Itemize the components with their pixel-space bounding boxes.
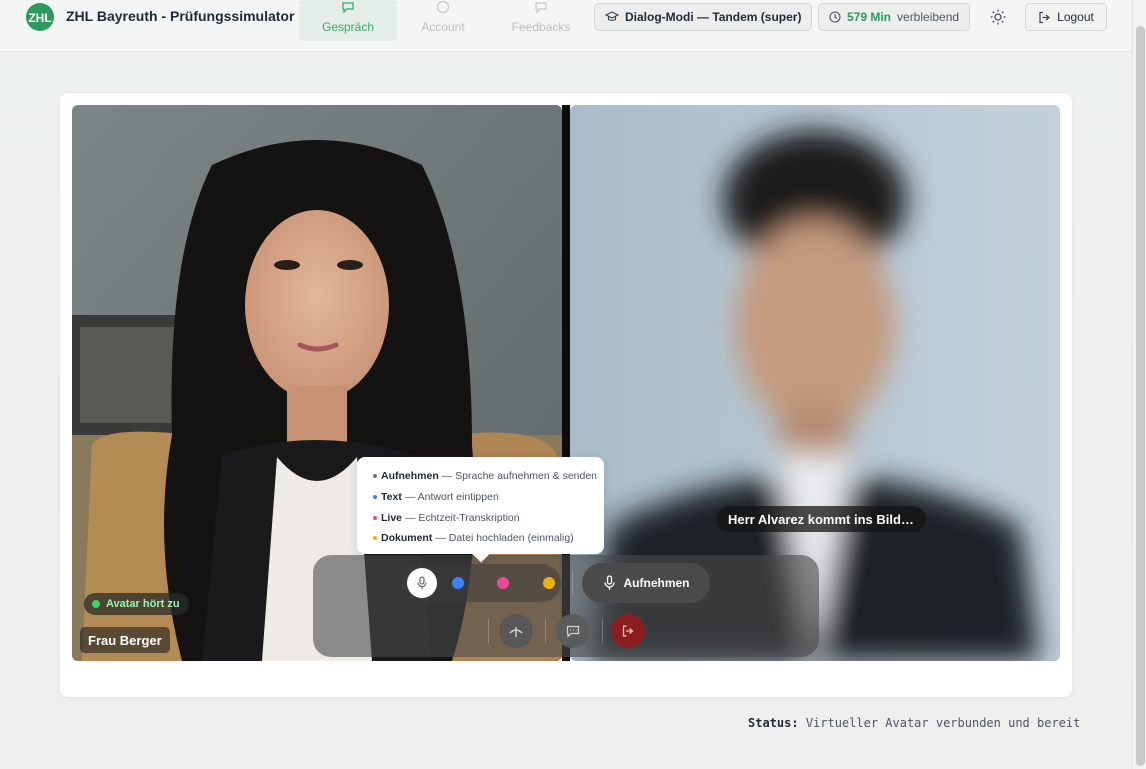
microphone-icon (417, 576, 427, 589)
tooltip-title: Live (381, 511, 403, 524)
record-button-label: Aufnehmen (623, 576, 690, 590)
separator (488, 619, 489, 643)
graduation-cap-icon (605, 11, 619, 21)
input-mode-tooltip: Aufnehmen — Sprache aufnehmen & senden T… (357, 457, 604, 563)
live-mode-dot (497, 577, 509, 589)
bullet-dot (373, 495, 377, 500)
video-caption: Herr Alvarez kommt ins Bild… (716, 506, 926, 532)
tooltip-desc: — Datei hochladen (einmalig) (435, 532, 574, 545)
status-value: Virtueller Avatar verbunden und bereit (805, 716, 1081, 730)
chat-button[interactable] (556, 614, 590, 648)
tab-gespraech[interactable]: Gespräch (299, 0, 397, 41)
remaining-time-badge: 579 Min verbleibend (818, 3, 971, 31)
bullet-dot (373, 515, 377, 520)
zhl-logo: ZHL (26, 3, 54, 31)
tab-account[interactable]: Account (394, 0, 492, 41)
dialog-mode-label: Dialog-Modi — Tandem (super) (625, 10, 802, 24)
mode-document-button[interactable] (534, 568, 564, 598)
tooltip-row-live: Live — Echtzeit-Transkription (373, 507, 604, 528)
logout-button[interactable]: Logout (1025, 3, 1107, 31)
avatar-listening-badge: Avatar hört zu (84, 593, 189, 615)
listening-status-label: Avatar hört zu (106, 598, 180, 610)
bullet-dot (373, 474, 377, 479)
control-bar: Aufnehmen (313, 555, 819, 657)
separator (572, 571, 573, 595)
tooltip-desc: — Echtzeit-Transkription (405, 511, 520, 524)
remaining-minutes: 579 Min (847, 10, 892, 24)
theme-toggle-sun-icon[interactable] (990, 9, 1006, 25)
avatar-name-tag: Frau Berger (80, 627, 170, 653)
tooltip-row-text: Text — Antwort eintippen (373, 487, 604, 508)
tab-label: Gespräch (321, 20, 375, 34)
tooltip-title: Text (381, 491, 402, 504)
connection-button[interactable] (499, 614, 533, 648)
page-scrollbar[interactable] (1132, 0, 1146, 769)
tooltip-title: Aufnehmen (381, 470, 439, 483)
remaining-label: verbleibend (897, 10, 960, 24)
input-mode-selector (401, 564, 561, 602)
scrollbar-thumb[interactable] (1136, 26, 1145, 766)
bullet-dot (373, 536, 377, 541)
svg-text:ZHL: ZHL (28, 11, 51, 25)
status-label: Status: (748, 716, 799, 730)
status-line: Status: Virtueller Avatar verbunden und … (748, 716, 1080, 730)
tooltip-row-record: Aufnehmen — Sprache aufnehmen & senden (373, 466, 604, 487)
dialog-mode-button[interactable]: Dialog-Modi — Tandem (super) (594, 3, 813, 31)
end-session-button[interactable] (611, 614, 645, 648)
mode-text-button[interactable] (443, 568, 473, 598)
tooltip-desc: — Antwort eintippen (404, 491, 499, 504)
user-circle-icon (394, 0, 492, 20)
chat-icon (299, 0, 397, 20)
tooltip-title: Dokument (381, 532, 433, 545)
exit-icon (622, 625, 634, 637)
logout-icon (1039, 11, 1051, 23)
text-mode-dot (452, 577, 464, 589)
microphone-icon (603, 575, 615, 590)
chat-icon (566, 625, 580, 638)
clock-icon (829, 11, 841, 23)
logout-label: Logout (1057, 10, 1094, 24)
tab-feedbacks[interactable]: Feedbacks (492, 0, 590, 41)
signal-icon (509, 627, 523, 637)
app-title: ZHL Bayreuth - Prüfungssimulator (66, 8, 295, 24)
mode-live-button[interactable] (488, 568, 518, 598)
tooltip-row-document: Dokument — Datei hochladen (einmalig) (373, 528, 604, 549)
separator (545, 619, 546, 643)
listening-indicator-dot (92, 600, 100, 608)
top-header: ZHL ZHL Bayreuth - Prüfungssimulator Ges… (0, 0, 1132, 52)
tab-label: Account (421, 20, 465, 34)
message-icon (492, 0, 590, 20)
tab-label: Feedbacks (511, 20, 571, 34)
record-button[interactable]: Aufnehmen (582, 563, 710, 603)
separator (602, 619, 603, 643)
mode-record-button[interactable] (407, 568, 437, 598)
tooltip-desc: — Sprache aufnehmen & senden (441, 470, 598, 483)
document-mode-dot (543, 577, 555, 589)
